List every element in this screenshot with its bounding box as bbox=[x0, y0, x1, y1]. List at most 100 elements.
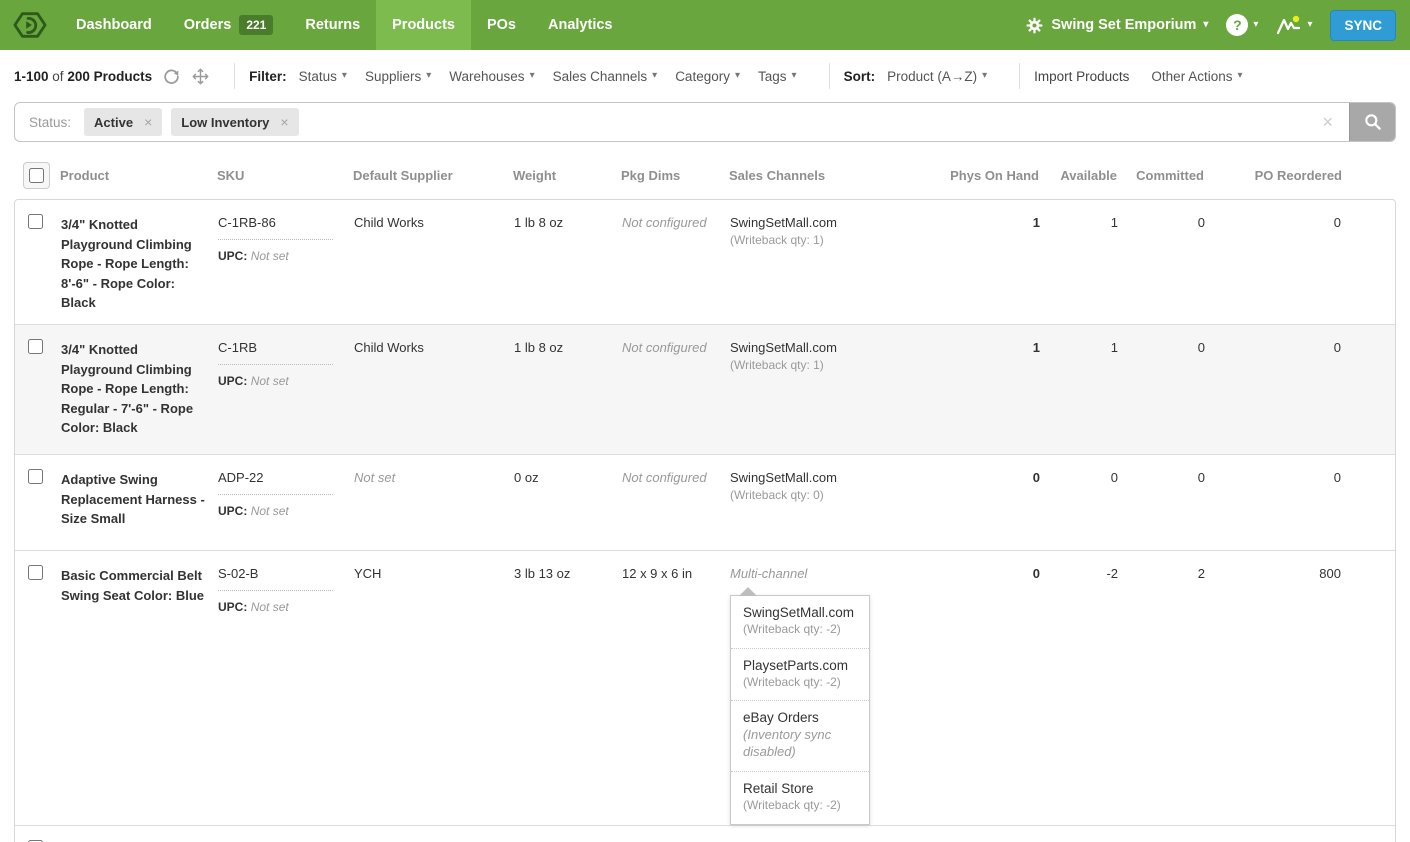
help-menu[interactable]: ? ▾ bbox=[1226, 14, 1258, 36]
expand-arrows-icon[interactable] bbox=[191, 67, 210, 86]
writeback-qty: (Writeback qty: -2) bbox=[743, 675, 857, 691]
row-checkbox[interactable] bbox=[28, 469, 43, 484]
sku-value[interactable]: ADP-22 bbox=[218, 470, 333, 495]
other-actions-dropdown[interactable]: Other Actions▾ bbox=[1151, 69, 1242, 84]
default-supplier: Child Works bbox=[354, 200, 514, 230]
divider bbox=[234, 63, 235, 89]
sku-value[interactable]: C-1RB-86 bbox=[218, 215, 333, 240]
default-supplier: Not set bbox=[354, 455, 514, 485]
sku-value[interactable]: S-02-B bbox=[218, 566, 333, 591]
nav-analytics-label: Analytics bbox=[548, 17, 612, 33]
main-nav: Dashboard Orders 221 Returns Products POs… bbox=[60, 0, 628, 50]
pkg-dims: Not configured bbox=[622, 826, 730, 842]
chip-remove-icon[interactable]: × bbox=[280, 114, 288, 130]
sku-value[interactable]: C-1RB bbox=[218, 340, 333, 365]
nav-dashboard[interactable]: Dashboard bbox=[60, 0, 168, 50]
product-name-link[interactable]: 3/4" Knotted Playground Climbing Rope - … bbox=[61, 325, 218, 438]
list-toolbar: 1-100 of 200 Products Filter: Status▾ Su… bbox=[0, 50, 1410, 102]
table-header: Product SKU Default Supplier Weight Pkg … bbox=[14, 156, 1396, 199]
row-checkbox[interactable] bbox=[28, 565, 43, 580]
multi-channel-toggle[interactable]: Multi-channel bbox=[730, 566, 937, 581]
writeback-qty: (Writeback qty: -2) bbox=[743, 622, 857, 638]
refresh-icon[interactable] bbox=[162, 67, 181, 86]
chevron-down-icon: ▾ bbox=[342, 71, 347, 81]
table-row: 3/4" Knotted Playground Climbing Rope - … bbox=[15, 200, 1395, 324]
sort-dropdown[interactable]: Product (A→Z)▾ bbox=[887, 69, 987, 84]
chip-label: Low Inventory bbox=[181, 115, 269, 130]
chevron-down-icon: ▾ bbox=[1203, 20, 1208, 30]
pkg-dims: Not configured bbox=[622, 200, 730, 230]
weight: 1 lb 8 oz bbox=[514, 325, 622, 355]
nav-returns[interactable]: Returns bbox=[289, 0, 376, 50]
writeback-qty: (Writeback qty: 0) bbox=[730, 488, 937, 502]
filter-status[interactable]: Status▾ bbox=[299, 69, 347, 84]
nav-orders[interactable]: Orders 221 bbox=[168, 0, 290, 50]
writeback-qty: (Writeback qty: 1) bbox=[730, 233, 937, 247]
chevron-down-icon: ▾ bbox=[982, 71, 987, 81]
nav-dashboard-label: Dashboard bbox=[76, 17, 152, 33]
committed-value: 0 bbox=[1118, 826, 1205, 842]
select-all-checkbox-input[interactable] bbox=[29, 168, 44, 183]
nav-analytics[interactable]: Analytics bbox=[532, 0, 628, 50]
select-all-checkbox[interactable] bbox=[23, 162, 50, 189]
po-reordered-value: 0 bbox=[1205, 455, 1395, 485]
nav-orders-label: Orders bbox=[184, 17, 232, 33]
sales-channels-cell: Multi-channel bbox=[730, 826, 945, 842]
col-phys-on-hand: Phys On Hand bbox=[944, 162, 1039, 183]
search-button[interactable] bbox=[1349, 102, 1395, 142]
col-sku: SKU bbox=[217, 162, 353, 183]
filter-category[interactable]: Category▾ bbox=[675, 69, 740, 84]
search-input[interactable] bbox=[299, 103, 1323, 141]
col-weight: Weight bbox=[513, 162, 621, 183]
channel-name: SwingSetMall.com bbox=[730, 340, 937, 355]
filter-chip-low-inventory[interactable]: Low Inventory × bbox=[171, 108, 298, 136]
product-name-link[interactable]: Adaptive Swing Replacement Harness - Siz… bbox=[61, 455, 218, 529]
nav-returns-label: Returns bbox=[305, 17, 360, 33]
filter-tags[interactable]: Tags▾ bbox=[758, 69, 797, 84]
filter-chip-active[interactable]: Active × bbox=[84, 108, 162, 136]
import-products-link[interactable]: Import Products bbox=[1034, 69, 1129, 84]
filter-sales-channels[interactable]: Sales Channels▾ bbox=[553, 69, 658, 84]
products-table: Product SKU Default Supplier Weight Pkg … bbox=[14, 156, 1396, 842]
weight: 3 lb 13 oz bbox=[514, 551, 622, 581]
chevron-down-icon: ▾ bbox=[792, 71, 797, 81]
chevron-down-icon: ▾ bbox=[1253, 20, 1258, 30]
weight: 10 lb bbox=[514, 826, 622, 842]
filter-suppliers[interactable]: Suppliers▾ bbox=[365, 69, 431, 84]
writeback-qty: (Writeback qty: -2) bbox=[743, 798, 857, 814]
row-checkbox[interactable] bbox=[28, 214, 43, 229]
activity-pulse-icon bbox=[1276, 13, 1302, 37]
col-available: Available bbox=[1039, 162, 1117, 183]
table-row: 3/4" Knotted Playground Climbing Rope - … bbox=[15, 324, 1395, 454]
nav-products[interactable]: Products bbox=[376, 0, 471, 50]
search-icon bbox=[1363, 112, 1383, 132]
clear-search-icon[interactable]: × bbox=[1322, 112, 1333, 133]
row-checkbox[interactable] bbox=[28, 339, 43, 354]
account-menu[interactable]: Swing Set Emporium ▾ bbox=[1025, 16, 1208, 35]
chevron-down-icon: ▾ bbox=[1237, 71, 1242, 81]
nav-pos[interactable]: POs bbox=[471, 0, 532, 50]
activity-menu[interactable]: ▾ bbox=[1276, 13, 1312, 37]
nav-pos-label: POs bbox=[487, 17, 516, 33]
product-name-link[interactable]: Basic Commercial Belt bbox=[61, 826, 218, 842]
col-default-supplier: Default Supplier bbox=[353, 162, 513, 183]
table-body: 3/4" Knotted Playground Climbing Rope - … bbox=[14, 199, 1396, 842]
sync-button[interactable]: SYNC bbox=[1330, 10, 1396, 41]
phys-on-hand-value: 1 bbox=[945, 200, 1040, 230]
pkg-dims: Not configured bbox=[622, 455, 730, 485]
app-logo-icon[interactable] bbox=[0, 0, 60, 50]
sort-label: Sort: bbox=[844, 69, 876, 84]
available-value: -2 bbox=[1040, 551, 1118, 581]
phys-on-hand-value: 0 bbox=[945, 826, 1040, 842]
chip-remove-icon[interactable]: × bbox=[144, 114, 152, 130]
gear-icon bbox=[1025, 16, 1044, 35]
filter-warehouses[interactable]: Warehouses▾ bbox=[449, 69, 534, 84]
results-count: 1-100 of 200 Products bbox=[14, 69, 152, 84]
product-name-link[interactable]: Basic Commercial Belt Swing Seat Color: … bbox=[61, 551, 218, 605]
sales-channels-cell: SwingSetMall.com (Writeback qty: 1) bbox=[730, 200, 945, 247]
table-row: Adaptive Swing Replacement Harness - Siz… bbox=[15, 454, 1395, 550]
sales-channels-cell: Multi-channel SwingSetMall.com (Writebac… bbox=[730, 551, 945, 825]
product-name-link[interactable]: 3/4" Knotted Playground Climbing Rope - … bbox=[61, 200, 218, 313]
orders-count-badge: 221 bbox=[239, 15, 273, 35]
committed-value: 0 bbox=[1118, 325, 1205, 355]
